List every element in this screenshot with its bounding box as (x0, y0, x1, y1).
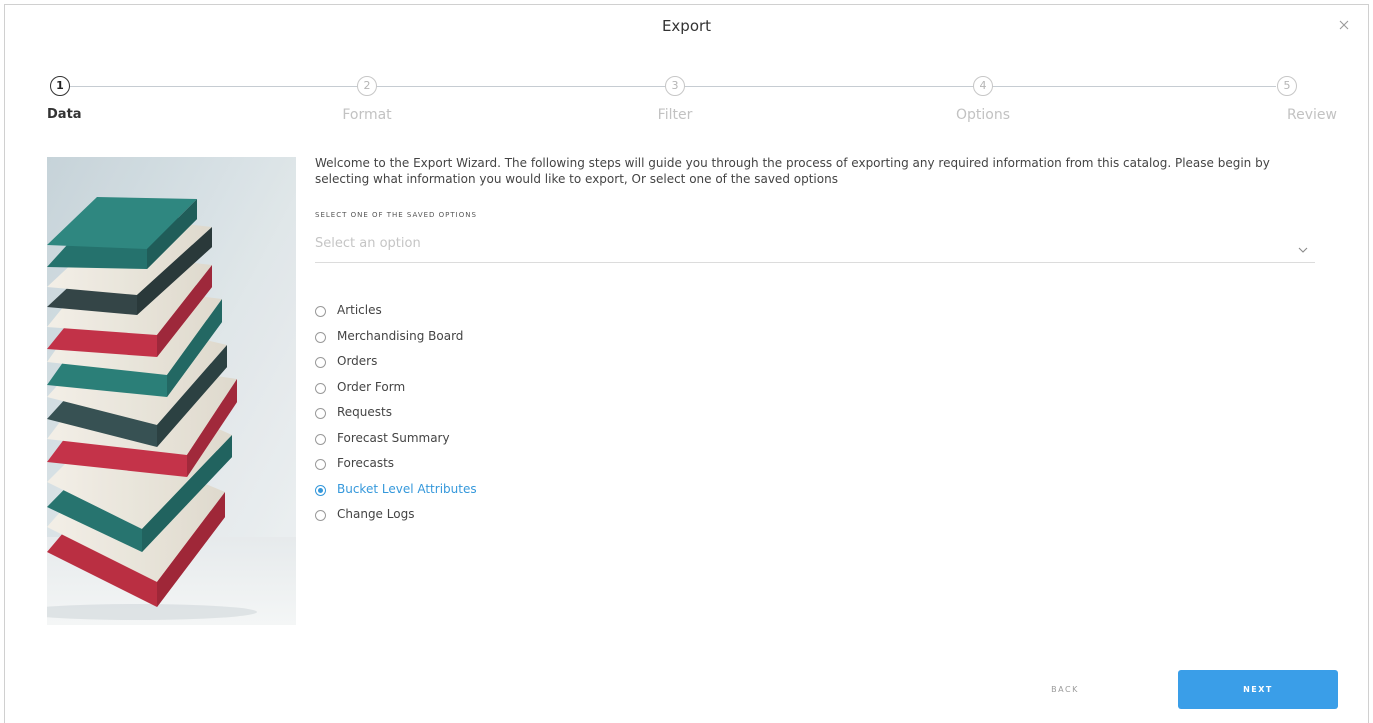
radio-button-selected[interactable] (315, 484, 326, 496)
radio-label: Forecasts (337, 456, 395, 470)
step-label: Format (342, 107, 392, 123)
radio-button[interactable] (315, 357, 326, 368)
step-number: 2 (357, 76, 377, 96)
radio-button[interactable] (315, 306, 326, 317)
radio-label: Order Form (337, 379, 406, 394)
step-label: Filter (657, 107, 693, 123)
radio-option-order-form[interactable]: Order Form (315, 379, 575, 399)
radio-option-merchandising-board[interactable]: Merchandising Board (315, 328, 575, 348)
step-number: 1 (50, 76, 70, 96)
next-button[interactable]: NEXT (1178, 670, 1338, 709)
radio-button[interactable] (315, 510, 326, 521)
radio-option-change-logs[interactable]: Change Logs (315, 506, 575, 526)
radio-option-orders[interactable]: Orders (315, 353, 575, 373)
step-label: Data (47, 107, 82, 122)
radio-button[interactable] (315, 331, 326, 343)
step-number: 3 (665, 76, 685, 96)
step-label: Review (1287, 107, 1337, 123)
close-icon[interactable] (1336, 17, 1352, 33)
radio-button[interactable] (315, 382, 326, 394)
radio-button[interactable] (315, 408, 326, 419)
radio-label: Forecast Summary (337, 430, 450, 445)
radio-option-bucket-level-attributes[interactable]: Bucket Level Attributes (315, 481, 575, 501)
step-label: Options (955, 107, 1011, 123)
step-number: 5 (1277, 76, 1297, 96)
radio-label: Orders (337, 354, 378, 368)
radio-button[interactable] (315, 433, 326, 445)
radio-option-requests[interactable]: Requests (315, 404, 575, 424)
back-button[interactable]: BACK (1030, 680, 1100, 700)
saved-options-placeholder: Select an option (315, 236, 421, 251)
radio-option-articles[interactable]: Articles (315, 302, 575, 322)
radio-label: Merchandising Board (337, 328, 464, 343)
radio-label: Requests (337, 405, 392, 419)
saved-options-select[interactable]: Select an option (315, 230, 1315, 263)
radio-label: Change Logs (337, 507, 415, 521)
radio-label: Bucket Level Attributes (337, 481, 477, 496)
step-number: 4 (973, 76, 993, 96)
radio-option-forecast-summary[interactable]: Forecast Summary (315, 430, 575, 450)
radio-button[interactable] (315, 459, 326, 470)
welcome-text: Welcome to the Export Wizard. The follow… (315, 156, 1270, 186)
radio-option-forecasts[interactable]: Forecasts (315, 455, 575, 475)
radio-label: Articles (337, 303, 382, 317)
saved-options-label: SELECT ONE OF THE SAVED OPTIONS (315, 211, 477, 219)
chevron-down-icon (1297, 239, 1309, 258)
dialog-title: Export (661, 17, 712, 35)
books-illustration (47, 157, 296, 625)
